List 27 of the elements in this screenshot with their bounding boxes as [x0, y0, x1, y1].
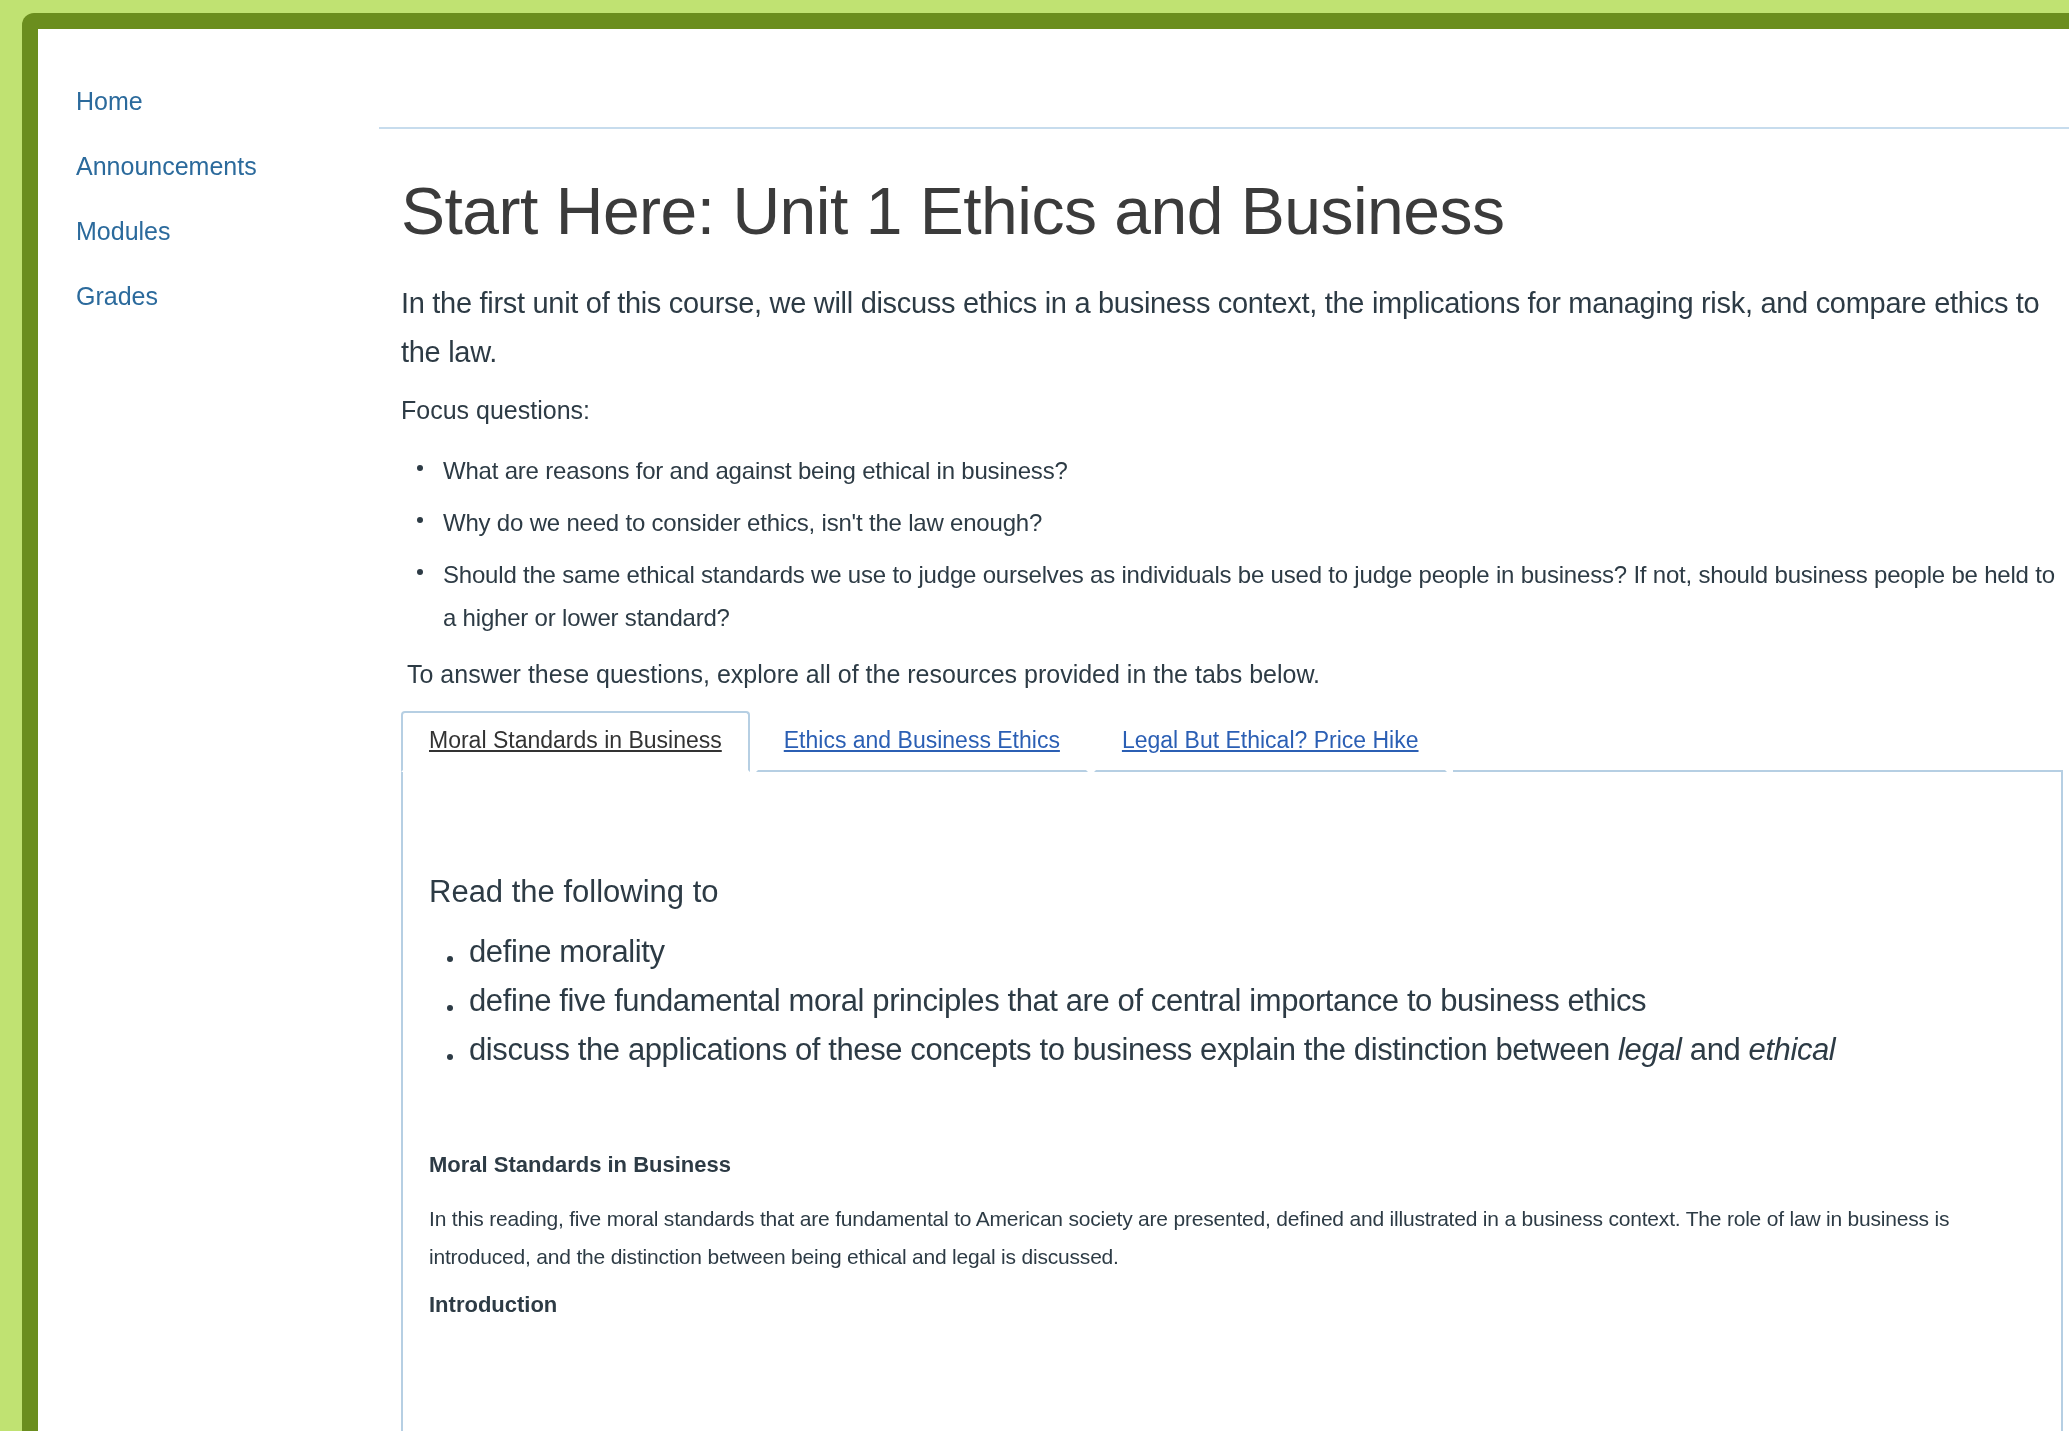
nav-link[interactable]: Modules [76, 215, 171, 247]
instruction-text: To answer these questions, explore all of the resources provided in the tabs below. [407, 659, 1322, 690]
bullet-icon [417, 569, 423, 575]
bullet-icon [417, 465, 423, 471]
nav-link[interactable]: Grades [76, 280, 158, 312]
tab[interactable]: Moral Standards in Business [401, 711, 750, 772]
objective-item: discuss the applications of these concepts to business explain the distinction between legal and ethical [469, 1031, 1836, 1069]
section-heading: Introduction [429, 1291, 559, 1319]
section-heading: Moral Standards in Business [429, 1151, 732, 1179]
panel-lead: Read the following to [429, 873, 720, 911]
objective-item: define five fundamental moral principles that are of central importance to business ethics [469, 982, 1647, 1020]
bullet-icon [417, 517, 423, 523]
bullet-icon [447, 956, 453, 962]
focus-question: Why do we need to consider ethics, isn't the law enough? [443, 508, 1043, 538]
tab[interactable]: Legal But Ethical? Price Hike [1093, 711, 1447, 772]
focus-question: Should the same ethical standards we use to judge ourselves as individuals be used to judge people in business? If not, should business people be held to a higher or lower standard? [443, 560, 2056, 633]
nav-link[interactable]: Home [76, 85, 143, 117]
tab[interactable]: Ethics and Business Ethics [755, 711, 1088, 772]
page-title: Start Here: Unit 1 Ethics and Business [401, 173, 1506, 250]
objective-item: define morality [469, 933, 665, 971]
nav-link[interactable]: Announcements [76, 150, 257, 182]
section-paragraph: In this reading, five moral standards that are fundamental to American society are presented, defined and illustrated in a business context. The role of law in business is introduced, and the distinction between being ethical and legal is discussed. [429, 1206, 1951, 1270]
intro-paragraph: In the first unit of this course, we will discuss ethics in a business context, the implications for managing risk, and compare ethics to the law. [401, 286, 2041, 370]
focus-question: What are reasons for and against being ethical in business? [443, 456, 1068, 486]
focus-label: Focus questions: [401, 395, 591, 426]
bullet-icon [447, 1005, 453, 1011]
bullet-icon [447, 1054, 453, 1060]
